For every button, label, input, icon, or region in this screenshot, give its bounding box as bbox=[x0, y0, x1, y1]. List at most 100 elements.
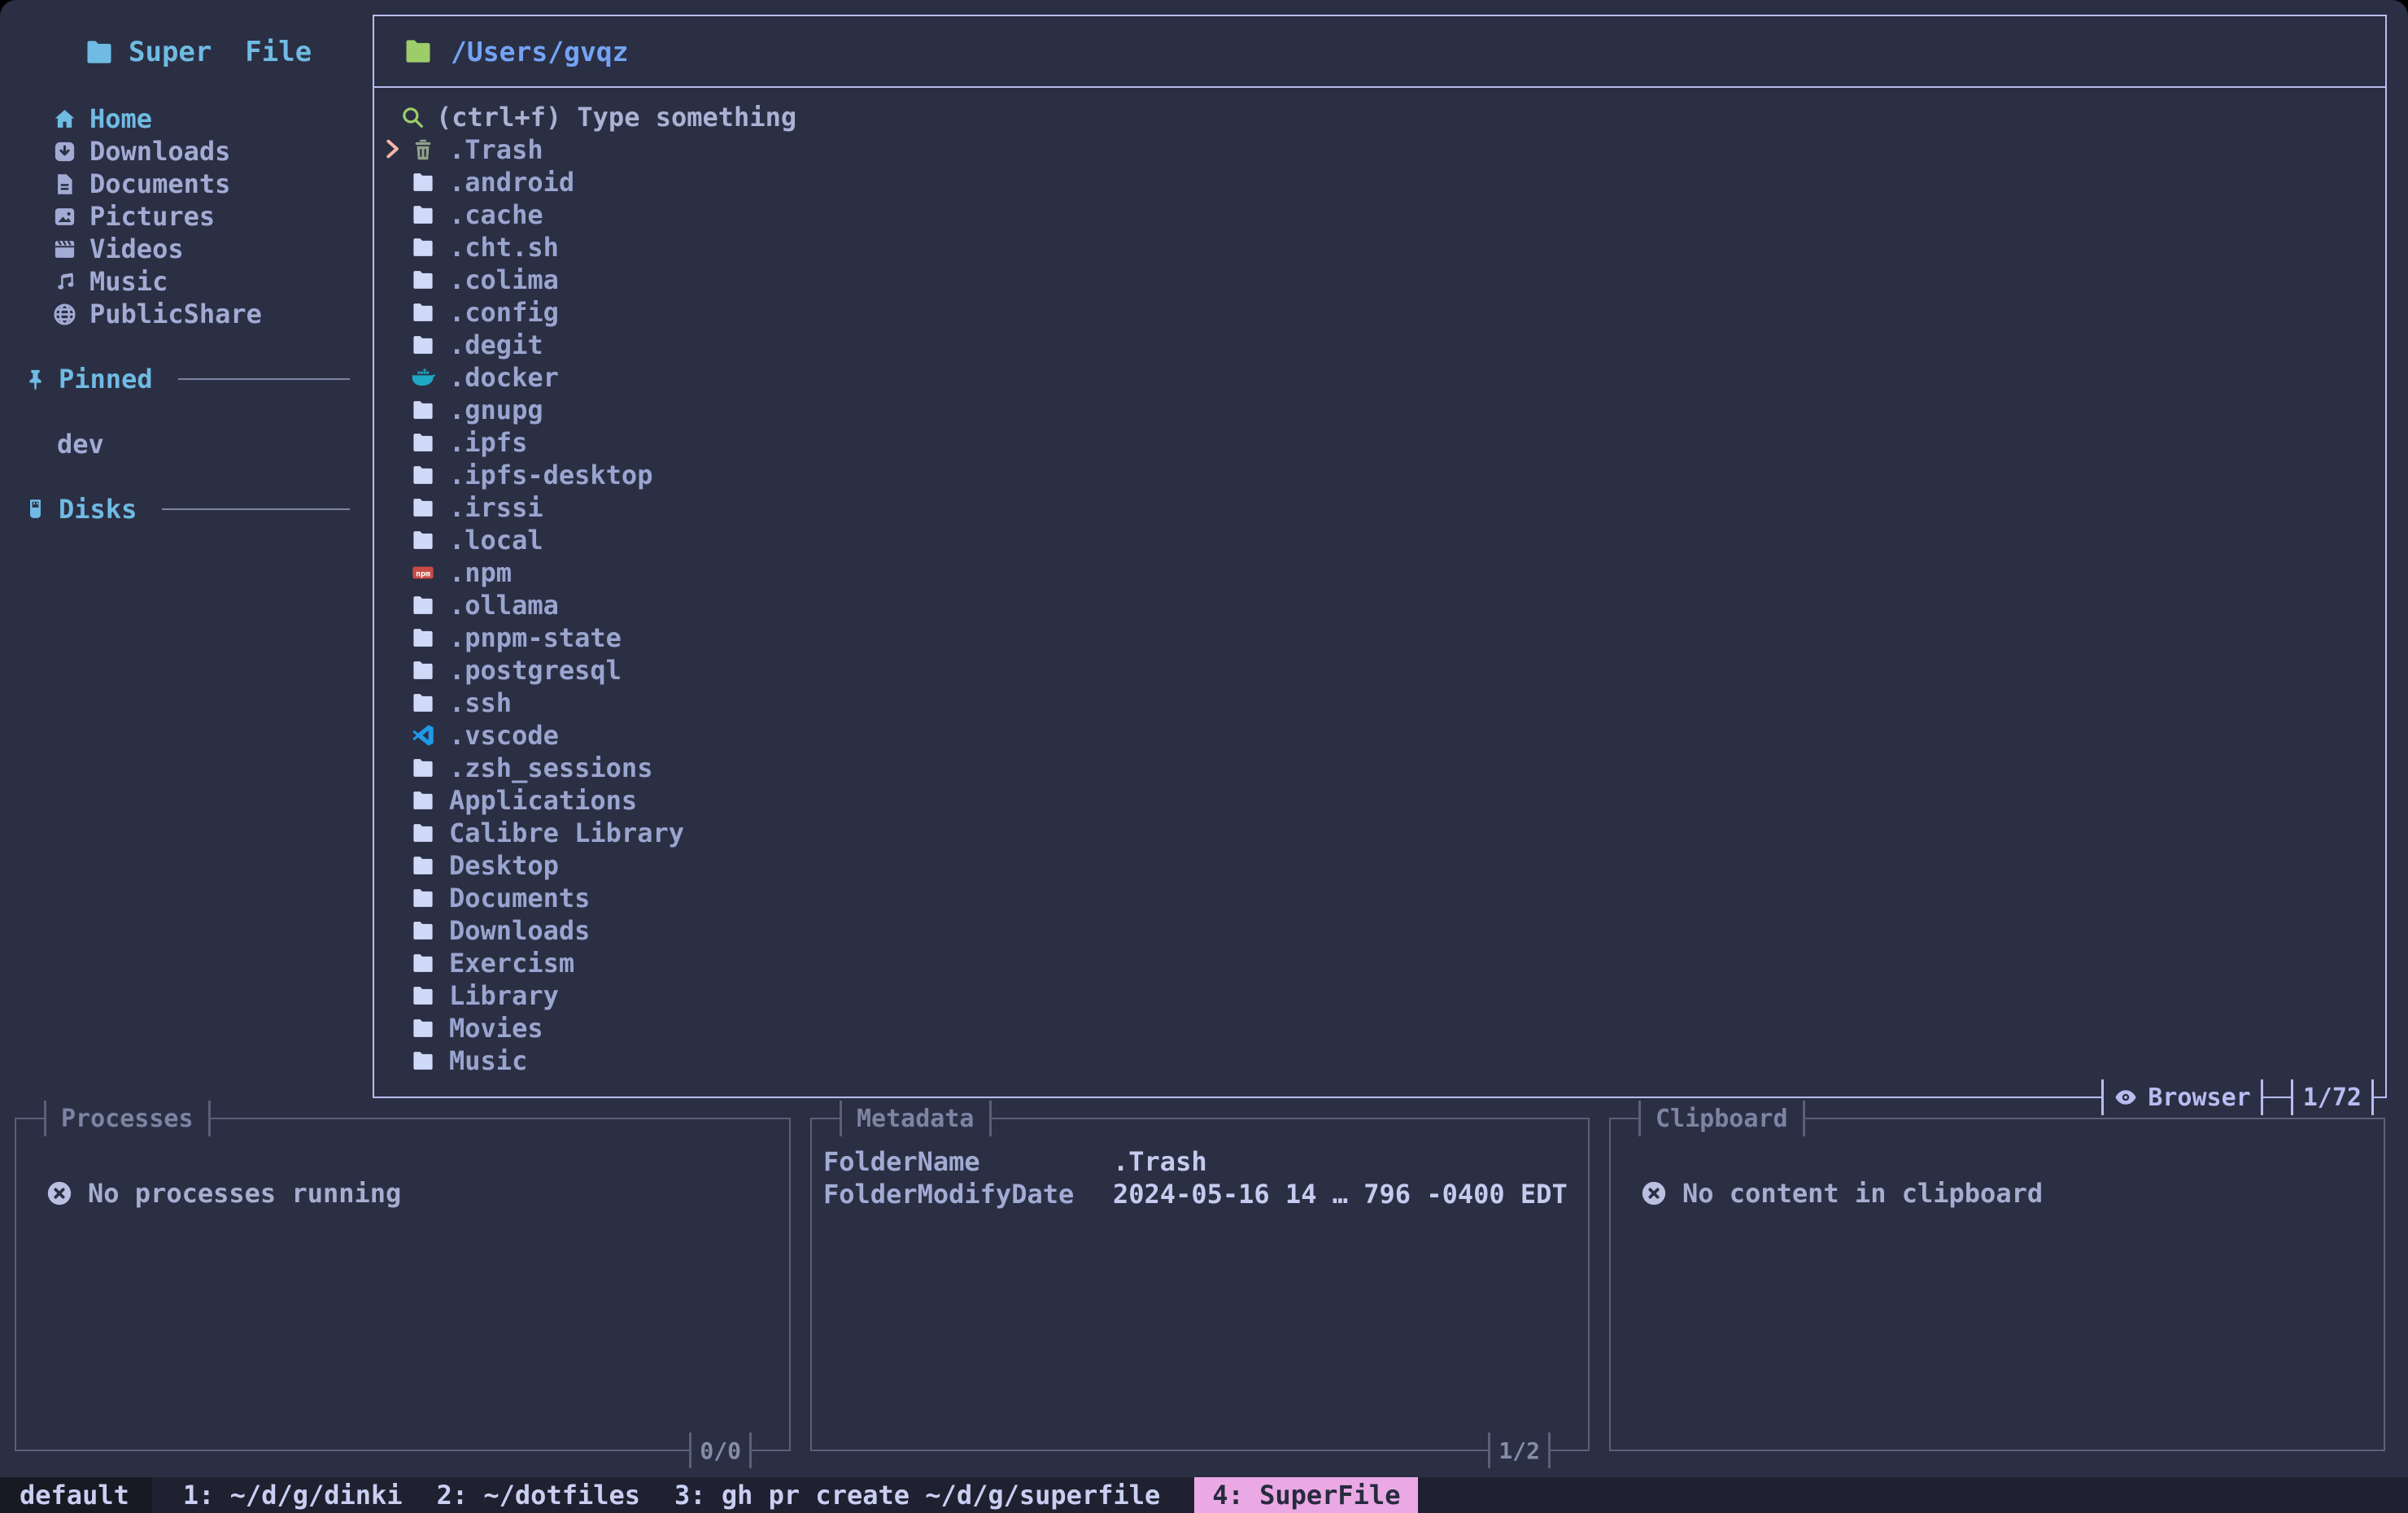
file-name: .degit bbox=[449, 329, 543, 360]
sidebar-item-label: Videos bbox=[89, 233, 184, 264]
metadata-value: .Trash bbox=[1113, 1146, 1207, 1177]
clipboard-empty-state: No content in clipboard bbox=[1640, 1178, 2043, 1209]
file-row[interactable]: .gnupg bbox=[374, 394, 2385, 426]
file-icon bbox=[410, 495, 436, 521]
file-name: Music bbox=[449, 1045, 527, 1076]
file-row[interactable]: .degit bbox=[374, 329, 2385, 361]
panel-footer: Browser 1/72 bbox=[2101, 1079, 2374, 1115]
file-name: .irssi bbox=[449, 492, 543, 523]
file-row[interactable]: Desktop bbox=[374, 849, 2385, 882]
current-path: /Users/gvqz bbox=[451, 36, 629, 68]
sidebar-item[interactable]: Home bbox=[52, 102, 262, 135]
app-title-label: Super File bbox=[129, 36, 312, 68]
tmux-window-tab[interactable]: 4: SuperFile bbox=[1194, 1477, 1418, 1513]
file-row[interactable]: Applications bbox=[374, 784, 2385, 817]
sidebar-item[interactable]: Downloads bbox=[52, 135, 262, 168]
file-list: .Trash .android .cache .cht.sh .coli bbox=[374, 133, 2385, 1077]
file-row[interactable]: .npm bbox=[374, 556, 2385, 589]
tmux-window-label: 1: ~/d/g/dinki bbox=[183, 1480, 403, 1511]
clipboard-title: Clipboard bbox=[1638, 1101, 1805, 1136]
file-row[interactable]: .pnpm-state bbox=[374, 621, 2385, 654]
file-row[interactable]: .local bbox=[374, 524, 2385, 556]
file-name: .cache bbox=[449, 199, 543, 230]
sidebar-item-label: Downloads bbox=[89, 136, 230, 167]
file-row[interactable]: .cache bbox=[374, 198, 2385, 231]
tmux-window-tab[interactable]: 2: ~/dotfiles bbox=[437, 1477, 640, 1513]
file-row[interactable]: .postgresql bbox=[374, 654, 2385, 687]
file-row[interactable]: .config bbox=[374, 296, 2385, 329]
file-icon bbox=[410, 234, 436, 260]
processes-title: Processes bbox=[44, 1101, 211, 1136]
mode-indicator: Browser bbox=[2101, 1079, 2262, 1115]
file-row[interactable]: .vscode bbox=[374, 719, 2385, 752]
file-row[interactable]: .irssi bbox=[374, 491, 2385, 524]
file-row[interactable]: Movies bbox=[374, 1012, 2385, 1044]
file-row[interactable]: .ollama bbox=[374, 589, 2385, 621]
sidebar-item[interactable]: PublicShare bbox=[52, 298, 262, 330]
file-row[interactable]: .zsh_sessions bbox=[374, 752, 2385, 784]
sidebar-item-icon bbox=[52, 139, 77, 164]
file-row[interactable]: .ipfs bbox=[374, 426, 2385, 459]
file-row[interactable]: .cht.sh bbox=[374, 231, 2385, 264]
file-name: Library bbox=[449, 980, 559, 1011]
disks-label: Disks bbox=[59, 494, 137, 525]
file-icon bbox=[410, 657, 436, 683]
x-circle-icon bbox=[46, 1179, 73, 1207]
sidebar-item-icon bbox=[52, 269, 77, 294]
pinned-label: Pinned bbox=[59, 364, 153, 395]
tmux-window-tab[interactable]: 1: ~/d/g/dinki bbox=[183, 1477, 403, 1513]
file-icon bbox=[410, 983, 436, 1009]
file-row[interactable]: .ipfs-desktop bbox=[374, 459, 2385, 491]
file-row[interactable]: Documents bbox=[374, 882, 2385, 914]
file-row[interactable]: Calibre Library bbox=[374, 817, 2385, 849]
file-name: .ssh bbox=[449, 687, 512, 718]
file-row[interactable]: .docker bbox=[374, 361, 2385, 394]
app-title: Super File bbox=[83, 36, 312, 68]
file-row[interactable]: .ssh bbox=[374, 687, 2385, 719]
file-name: .cht.sh bbox=[449, 232, 559, 263]
pinned-item-label: dev bbox=[57, 429, 104, 460]
file-row[interactable]: .Trash bbox=[374, 133, 2385, 166]
file-row[interactable]: Music bbox=[374, 1044, 2385, 1077]
sidebar-item[interactable]: Pictures bbox=[52, 200, 262, 233]
file-name: .Trash bbox=[449, 134, 543, 165]
file-row[interactable]: .colima bbox=[374, 264, 2385, 296]
sidebar-item-icon bbox=[52, 172, 77, 197]
file-row[interactable]: Downloads bbox=[374, 914, 2385, 947]
file-icon bbox=[410, 332, 436, 358]
file-icon bbox=[410, 950, 436, 976]
sidebar-item[interactable]: Documents bbox=[52, 168, 262, 200]
path-folder-icon bbox=[402, 35, 434, 68]
file-row[interactable]: Exercism bbox=[374, 947, 2385, 979]
file-row[interactable]: .android bbox=[374, 166, 2385, 198]
search-bar[interactable]: (ctrl+f) Type something bbox=[374, 101, 2385, 133]
file-icon bbox=[410, 918, 436, 944]
sidebar-item-icon bbox=[52, 204, 77, 229]
clipboard-empty-label: No content in clipboard bbox=[1682, 1178, 2043, 1209]
usb-disk-icon bbox=[23, 497, 48, 522]
tmux-window-label: 4: SuperFile bbox=[1212, 1480, 1400, 1511]
sidebar-item[interactable]: Videos bbox=[52, 233, 262, 265]
file-name: .colima bbox=[449, 264, 559, 295]
file-name: Downloads bbox=[449, 915, 590, 946]
pinned-item[interactable]: dev bbox=[57, 428, 104, 460]
disks-divider bbox=[162, 508, 350, 510]
file-name: .config bbox=[449, 297, 559, 328]
file-name: Movies bbox=[449, 1013, 543, 1044]
tmux-session-name[interactable]: default bbox=[0, 1477, 152, 1513]
sidebar-item[interactable]: Music bbox=[52, 265, 262, 298]
file-name: .zsh_sessions bbox=[449, 752, 652, 783]
pinned-divider bbox=[178, 378, 350, 380]
file-position-indicator: 1/72 bbox=[2291, 1079, 2374, 1115]
file-icon bbox=[410, 560, 436, 586]
file-name: .npm bbox=[449, 557, 512, 588]
tmux-status-bar: default 1: ~/d/g/dinki 2: ~/dotfiles 3: … bbox=[0, 1477, 2408, 1513]
mode-label: Browser bbox=[2148, 1084, 2250, 1112]
metadata-value: 2024-05-16 14 … 796 -0400 EDT bbox=[1113, 1179, 1568, 1210]
sidebar-item-label: Music bbox=[89, 266, 168, 297]
file-icon bbox=[410, 299, 436, 325]
file-row[interactable]: Library bbox=[374, 979, 2385, 1012]
file-icon bbox=[410, 690, 436, 716]
disks-section-header: Disks bbox=[23, 493, 350, 525]
tmux-window-tab[interactable]: 3: gh pr create ~/d/g/superfile bbox=[674, 1477, 1160, 1513]
